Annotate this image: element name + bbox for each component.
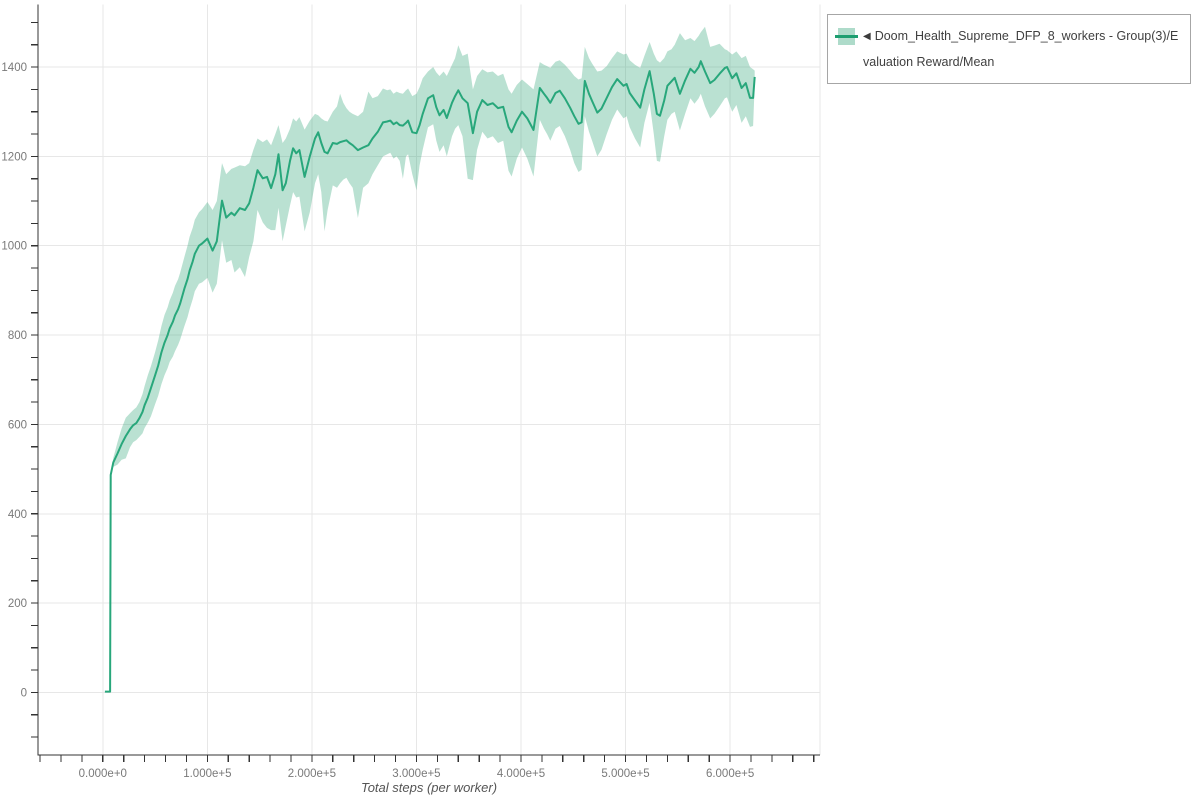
x-tick-label: 3.000e+5 — [392, 768, 440, 780]
legend: ◀Doom_Health_Supreme_DFP_8_workers - Gro… — [827, 14, 1191, 84]
y-tick-label: 1000 — [1, 241, 27, 253]
collapse-triangle-icon[interactable]: ◀ — [863, 24, 871, 49]
x-axis-title: Total steps (per worker) — [361, 780, 497, 795]
series-line-mark — [835, 35, 858, 38]
series-label: Doom_Health_Supreme_DFP_8_workers - Grou… — [863, 29, 1178, 69]
y-tick-label: 800 — [8, 330, 27, 342]
x-tick-label: 6.000e+5 — [706, 768, 754, 780]
y-tick-label: 600 — [8, 419, 27, 431]
reward-line-chart[interactable]: 0.000e+0 1.000e+5 2.000e+5 3.000e+5 4.000e+5… — [0, 0, 1200, 800]
x-tick-label: 4.000e+5 — [497, 768, 545, 780]
x-tick-label: 2.000e+5 — [288, 768, 336, 780]
metric-chart-panel: 0.000e+0 1.000e+5 2.000e+5 3.000e+5 4.000e+5… — [0, 0, 1200, 800]
x-tick-label: 1.000e+5 — [183, 768, 231, 780]
plot-area[interactable] — [38, 5, 820, 756]
y-tick-label: 0 — [21, 687, 27, 699]
x-tick-label: 0.000e+0 — [79, 768, 127, 780]
legend-entry[interactable]: ◀Doom_Health_Supreme_DFP_8_workers - Gro… — [863, 24, 1179, 75]
y-tick-label: 400 — [8, 509, 27, 521]
y-tick-label: 1400 — [1, 62, 27, 74]
y-tick-label: 1200 — [1, 151, 27, 163]
y-tick-label: 200 — [8, 598, 27, 610]
x-tick-label: 5.000e+5 — [601, 768, 649, 780]
series-color-swatch — [838, 28, 855, 45]
